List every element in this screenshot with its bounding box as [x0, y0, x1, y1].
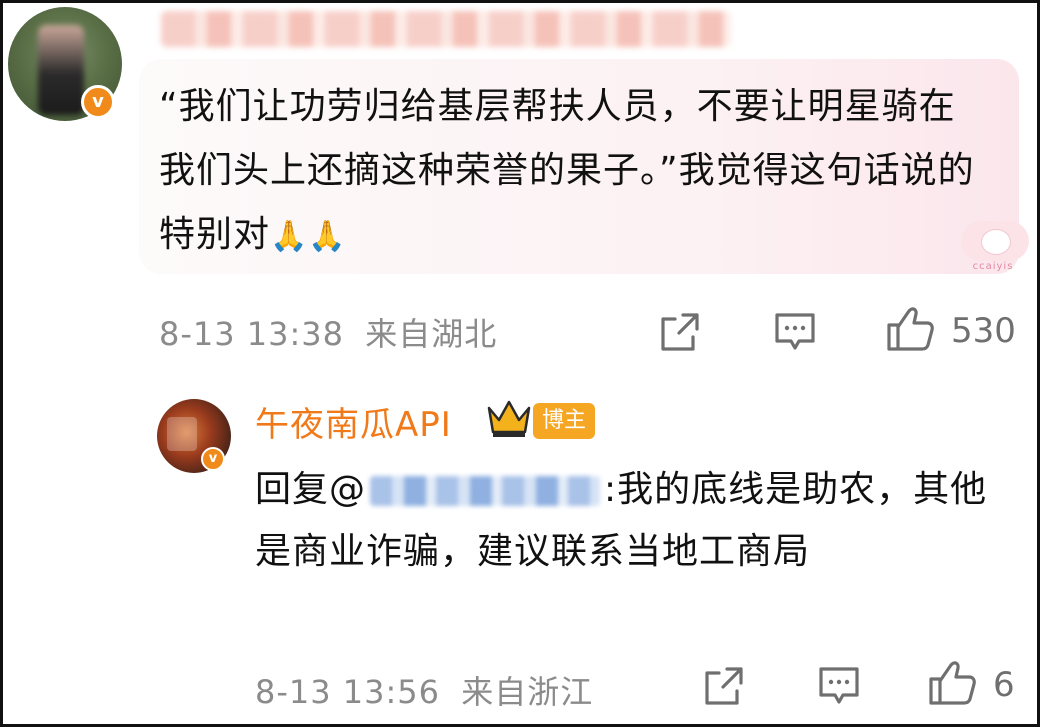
like-count: 6 — [993, 665, 1015, 705]
verified-badge-icon: v — [201, 447, 225, 471]
comment-icon[interactable] — [773, 311, 817, 353]
avatar-glass-shape — [167, 417, 197, 451]
pray-emoji-icon: 🙏🙏 — [270, 219, 347, 254]
reply-location: 来自浙江 — [461, 673, 594, 711]
share-icon[interactable] — [703, 665, 745, 707]
crown-icon — [487, 400, 531, 437]
like-icon[interactable] — [927, 659, 977, 707]
comment-thread: v “我们让功劳归给基层帮扶人员，不要让明星骑在我们头上还摘这种荣誉的果子。”我… — [0, 0, 1040, 727]
reply-meta: 8-13 13:56 来自浙江 — [255, 667, 593, 713]
like-icon[interactable] — [885, 305, 935, 353]
blurred-mention[interactable] — [370, 476, 601, 506]
share-icon[interactable] — [659, 311, 701, 353]
comment-date: 8-13 13:38 — [159, 315, 345, 353]
sticker-caption: ccaiyis — [972, 261, 1014, 272]
comment-text: “我们让功劳归给基层帮扶人员，不要让明星骑在我们头上还摘这种荣誉的果子。”我觉得… — [159, 75, 989, 269]
reply-date: 8-13 13:56 — [255, 673, 441, 711]
sticker-face — [981, 229, 1011, 255]
comment-meta: 8-13 13:38 来自湖北 — [159, 309, 497, 355]
reply-prefix: 回复@ — [255, 469, 367, 510]
blogger-tag: 博主 — [533, 403, 595, 439]
reply-username[interactable]: 午夜南瓜API — [255, 397, 452, 446]
blurred-username[interactable] — [161, 11, 731, 47]
comment-location: 来自湖北 — [365, 315, 498, 353]
reply-text: 回复@:我的底线是助农，其他是商业诈骗，建议联系当地工商局 — [255, 459, 995, 583]
bubble-decoration-sticker: ccaiyis — [953, 215, 1033, 277]
like-count: 530 — [951, 311, 1016, 351]
blurred-face — [38, 25, 84, 115]
comment-icon[interactable] — [817, 665, 861, 707]
verified-badge-icon: v — [81, 85, 115, 119]
